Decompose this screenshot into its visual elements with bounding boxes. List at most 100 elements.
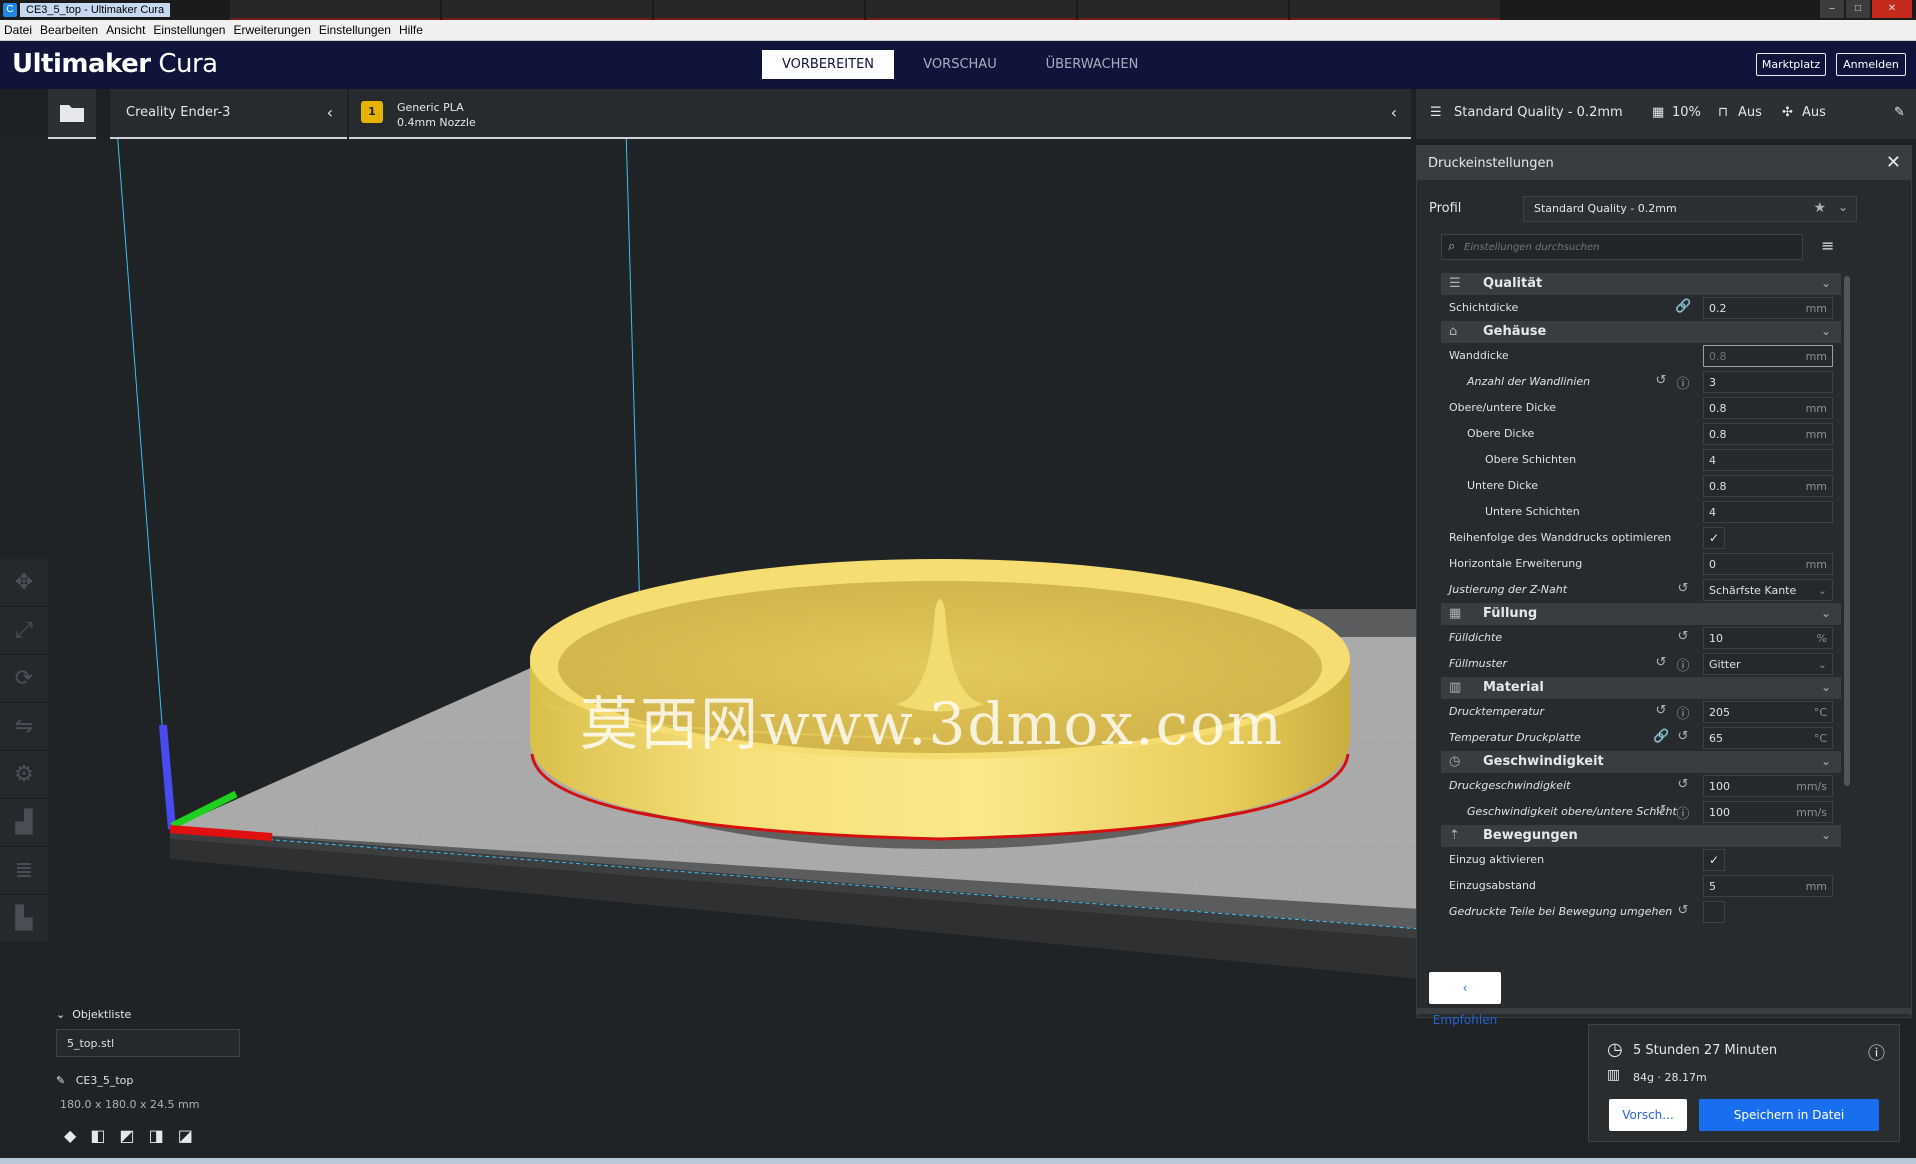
panel-resize-handle[interactable] [1417, 1008, 1911, 1014]
move-tool-icon[interactable]: ✥ [0, 559, 48, 607]
reset-icon[interactable]: ↺ [1675, 903, 1691, 918]
search-input[interactable] [1464, 239, 1794, 255]
category-infill[interactable]: ▦ Füllung ⌄ [1441, 603, 1841, 625]
object-list-toggle[interactable]: ⌄ Objektliste [56, 1008, 256, 1021]
settings-visibility-menu-icon[interactable]: ≡ [1821, 236, 1834, 255]
open-file-button[interactable] [48, 89, 96, 139]
mirror-tool-icon[interactable]: ⇋ [0, 703, 48, 751]
tab-preview[interactable]: VORSCHAU [894, 50, 1026, 79]
setting-input[interactable]: 100 mm/s [1703, 801, 1833, 823]
print-settings-summary[interactable]: ☰ Standard Quality - 0.2mm ▦ 10% ⊓ Aus ✣… [1416, 89, 1916, 139]
reset-icon[interactable]: ↺ [1675, 629, 1691, 644]
category-shell[interactable]: ⌂ Gehäuse ⌄ [1441, 321, 1841, 343]
setting-input[interactable]: 205 °C [1703, 701, 1833, 723]
reset-icon[interactable]: ↺ [1653, 655, 1669, 674]
reset-icon[interactable]: ↺ [1675, 729, 1691, 744]
setting-label: Drucktemperatur [1449, 705, 1544, 718]
menu-file[interactable]: Datei [0, 23, 36, 37]
category-travel[interactable]: ⇡ Bewegungen ⌄ [1441, 825, 1841, 847]
profile-label: Profil [1429, 201, 1462, 216]
reset-icon[interactable]: ↺ [1653, 803, 1669, 822]
setting-input[interactable]: 0.8 mm [1703, 475, 1833, 497]
close-window-button[interactable]: ✕ [1872, 0, 1912, 18]
info-icon[interactable]: ⓘ [1868, 1039, 1885, 1064]
category-speed[interactable]: ◷ Geschwindigkeit ⌄ [1441, 751, 1841, 773]
settings-search[interactable]: ⌕ [1441, 234, 1803, 260]
job-name[interactable]: ✎ CE3_5_top [56, 1074, 133, 1087]
top-view-icon[interactable]: ◩ [119, 1126, 134, 1145]
setting-checkbox[interactable] [1703, 901, 1725, 923]
setting-checkbox[interactable]: ✓ [1703, 527, 1725, 549]
right-view-icon[interactable]: ◪ [178, 1126, 193, 1145]
info-icon[interactable]: ⓘ [1675, 655, 1691, 674]
profile-dropdown[interactable]: Standard Quality - 0.2mm ★ ⌄ [1523, 196, 1857, 222]
setting-input[interactable]: 4 [1703, 449, 1833, 471]
setting-input[interactable]: 0.8 mm [1703, 345, 1833, 367]
setting-input[interactable]: 3 [1703, 371, 1833, 393]
setting-label: Untere Dicke [1467, 479, 1538, 492]
object-file-item[interactable]: 5_top.stl [56, 1029, 240, 1057]
setting-input[interactable]: Schärfste Kante ⌄ [1703, 579, 1833, 601]
save-to-file-button[interactable]: Speichern in Datei [1699, 1099, 1879, 1131]
recommended-button[interactable]: ‹ Empfohlen [1429, 972, 1501, 1027]
reset-icon[interactable]: ↺ [1675, 581, 1691, 596]
close-icon[interactable]: ✕ [1886, 152, 1901, 173]
link-icon[interactable]: 🔗 [1653, 729, 1669, 744]
chevron-left-icon: ‹ [1390, 103, 1397, 122]
per-model-settings-icon[interactable]: ⚙ [0, 751, 48, 799]
reset-icon[interactable]: ↺ [1653, 703, 1669, 722]
setting-input[interactable]: 65 °C [1703, 727, 1833, 749]
setting-input[interactable]: Gitter ⌄ [1703, 653, 1833, 675]
edit-pencil-icon[interactable]: ✎ [1894, 105, 1905, 120]
setting-unit: mm [1805, 558, 1827, 571]
category-material[interactable]: ▥ Material ⌄ [1441, 677, 1841, 699]
menu-help[interactable]: Hilfe [395, 23, 427, 37]
setting-input[interactable]: 5 mm [1703, 875, 1833, 897]
minimize-button[interactable]: – [1820, 0, 1844, 18]
setting-input[interactable]: 0.2 mm [1703, 297, 1833, 319]
tab-monitor[interactable]: ÜBERWACHEN [1026, 50, 1158, 79]
menu-preferences[interactable]: Einstellungen [315, 23, 395, 37]
setting-input[interactable]: 100 mm/s [1703, 775, 1833, 797]
info-icon[interactable]: ⓘ [1675, 803, 1691, 822]
setting-checkbox[interactable]: ✓ [1703, 849, 1725, 871]
reset-icon[interactable]: ↺ [1653, 373, 1669, 392]
chevron-down-icon: ⌄ [1820, 606, 1831, 620]
left-view-icon[interactable]: ◨ [149, 1126, 164, 1145]
printer-selector[interactable]: Creality Ender-3 ‹ [110, 89, 347, 139]
category-label: Material [1483, 680, 1544, 695]
menu-extensions[interactable]: Erweiterungen [229, 23, 314, 37]
support-blocker-icon[interactable]: ▟ [0, 799, 48, 847]
rotate-tool-icon[interactable]: ⟳ [0, 655, 48, 703]
tab-prepare[interactable]: VORBEREITEN [762, 50, 894, 79]
custom-support-icon[interactable]: ▙ [0, 895, 48, 943]
maximize-button[interactable]: □ [1846, 0, 1870, 18]
menu-edit[interactable]: Bearbeiten [36, 23, 102, 37]
settings-scrollbar[interactable] [1844, 276, 1850, 786]
info-icon[interactable]: ⓘ [1675, 373, 1691, 392]
setting-input[interactable]: 0 mm [1703, 553, 1833, 575]
menu-settings[interactable]: Einstellungen [149, 23, 229, 37]
setting-input[interactable]: 10% [1703, 627, 1833, 649]
reset-icon[interactable]: ↺ [1675, 777, 1691, 792]
link-icon[interactable]: 🔗 [1675, 299, 1691, 314]
scale-tool-icon[interactable]: ⤢ [0, 607, 48, 655]
info-icon[interactable]: ⓘ [1675, 703, 1691, 722]
setting-input[interactable]: 4 [1703, 501, 1833, 523]
material-selector[interactable]: 1 Generic PLA 0.4mm Nozzle ‹ [349, 89, 1411, 139]
star-icon[interactable]: ★ [1813, 200, 1826, 216]
setting-row: Wanddicke 0.8 mm [1441, 343, 1841, 369]
category-quality[interactable]: ☰ Qualität ⌄ [1441, 273, 1841, 295]
front-view-icon[interactable]: ◧ [90, 1126, 105, 1145]
setting-row: Fülldichte ↺ 10% [1441, 625, 1841, 651]
3d-view-icon[interactable]: ◆ [64, 1126, 76, 1145]
menu-view[interactable]: Ansicht [102, 23, 149, 37]
preview-button[interactable]: Vorsch... [1609, 1099, 1687, 1131]
setting-input[interactable]: 0.8 mm [1703, 423, 1833, 445]
layflat-tool-icon[interactable]: ≣ [0, 847, 48, 895]
marketplace-button[interactable]: Marktplatz [1756, 53, 1826, 76]
pencil-icon[interactable]: ✎ [56, 1074, 65, 1087]
setting-input[interactable]: 0.8 mm [1703, 397, 1833, 419]
adhesion-icon: ✣ [1782, 105, 1793, 120]
signin-button[interactable]: Anmelden [1836, 53, 1906, 76]
